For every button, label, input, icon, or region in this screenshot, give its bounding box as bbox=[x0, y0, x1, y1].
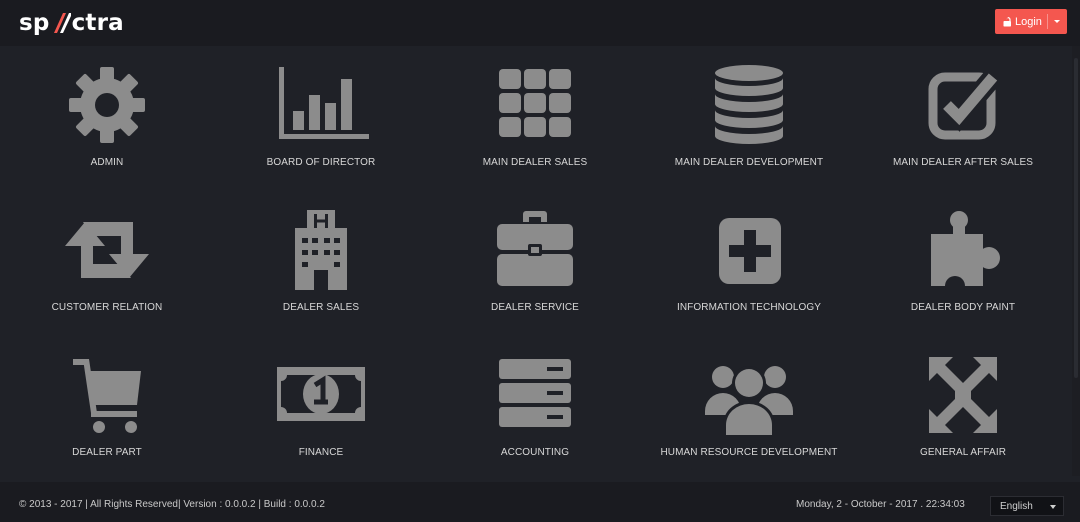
unlock-icon bbox=[1003, 17, 1011, 27]
module-main-dealer-after-sales[interactable]: MAIN DEALER AFTER SALES bbox=[856, 55, 1070, 200]
module-dealer-part[interactable]: DEALER PART bbox=[0, 345, 214, 490]
login-divider bbox=[1047, 14, 1048, 29]
puzzle-icon bbox=[931, 211, 1000, 290]
retweet-icon bbox=[65, 222, 149, 278]
module-finance[interactable]: FINANCE bbox=[214, 345, 428, 490]
module-main-dealer-development[interactable]: MAIN DEALER DEVELOPMENT bbox=[642, 55, 856, 200]
briefcase-icon bbox=[497, 211, 573, 286]
module-label: DEALER SERVICE bbox=[491, 302, 579, 313]
module-label: DEALER SALES bbox=[282, 302, 360, 313]
module-customer-relation[interactable]: CUSTOMER RELATION bbox=[0, 200, 214, 345]
module-label: MAIN DEALER AFTER SALES bbox=[892, 157, 1034, 168]
module-dealer-sales[interactable]: DEALER SALES bbox=[214, 200, 428, 345]
module-dealer-service[interactable]: DEALER SERVICE bbox=[428, 200, 642, 345]
slash-mark-icon bbox=[53, 13, 71, 33]
database-icon bbox=[715, 65, 783, 144]
module-accounting[interactable]: ACCOUNTING bbox=[428, 345, 642, 490]
module-general-affair[interactable]: GENERAL AFFAIR bbox=[856, 345, 1070, 490]
module-label: ADMIN bbox=[90, 157, 124, 168]
logo-text-right: ctra bbox=[71, 10, 124, 36]
expand-arrows-icon bbox=[929, 357, 997, 433]
login-button[interactable]: Login bbox=[995, 9, 1067, 34]
module-label: MAIN DEALER DEVELOPMENT bbox=[674, 157, 824, 168]
module-dealer-body-paint[interactable]: DEALER BODY PAINT bbox=[856, 200, 1070, 345]
module-label: DEALER PART bbox=[72, 447, 142, 458]
module-label: MAIN DEALER SALES bbox=[482, 157, 588, 168]
module-grid: ADMIN BOARD OF DIRECTOR MAIN DEALER SALE… bbox=[0, 55, 1070, 490]
money-icon bbox=[277, 367, 365, 421]
gear-icon bbox=[69, 67, 145, 143]
module-label: HUMAN RESOURCE DEVELOPMENT bbox=[660, 447, 838, 458]
caret-down-icon[interactable] bbox=[1052, 15, 1062, 27]
module-admin[interactable]: ADMIN bbox=[0, 55, 214, 200]
copyright-text: © 2013 - 2017 | All Rights Reserved| Ver… bbox=[19, 499, 325, 510]
module-label: CUSTOMER RELATION bbox=[51, 302, 163, 313]
module-label: FINANCE bbox=[298, 447, 344, 458]
cart-icon bbox=[73, 359, 141, 433]
dropdown-arrow-icon bbox=[1050, 505, 1056, 509]
logo-text-left: sp bbox=[19, 10, 50, 36]
bar-chart-icon bbox=[279, 67, 369, 139]
module-label: ACCOUNTING bbox=[500, 447, 570, 458]
building-icon bbox=[295, 210, 347, 290]
top-navbar: sp ctra Login bbox=[0, 0, 1080, 46]
page-scrollbar[interactable] bbox=[1072, 46, 1080, 476]
login-label: Login bbox=[1015, 15, 1042, 28]
app-logo[interactable]: sp ctra bbox=[19, 8, 124, 38]
datetime-text: Monday, 2 - October - 2017 . 22:34:03 bbox=[796, 499, 965, 510]
scrollbar-thumb[interactable] bbox=[1074, 58, 1078, 378]
module-label: DEALER BODY PAINT bbox=[910, 302, 1016, 313]
plus-square-icon bbox=[719, 218, 781, 284]
checkbox-icon bbox=[928, 70, 1001, 140]
language-value: English bbox=[1000, 500, 1033, 512]
grid-icon bbox=[499, 69, 571, 137]
server-icon bbox=[499, 359, 571, 427]
module-label: GENERAL AFFAIR bbox=[919, 447, 1007, 458]
page-footer: © 2013 - 2017 | All Rights Reserved| Ver… bbox=[0, 482, 1080, 522]
module-information-technology[interactable]: INFORMATION TECHNOLOGY bbox=[642, 200, 856, 345]
language-select[interactable]: English bbox=[990, 496, 1064, 516]
module-label: INFORMATION TECHNOLOGY bbox=[676, 302, 822, 313]
module-main-dealer-sales[interactable]: MAIN DEALER SALES bbox=[428, 55, 642, 200]
module-board-of-director[interactable]: BOARD OF DIRECTOR bbox=[214, 55, 428, 200]
module-human-resource-development[interactable]: HUMAN RESOURCE DEVELOPMENT bbox=[642, 345, 856, 490]
users-icon bbox=[705, 366, 793, 435]
module-label: BOARD OF DIRECTOR bbox=[266, 157, 376, 168]
